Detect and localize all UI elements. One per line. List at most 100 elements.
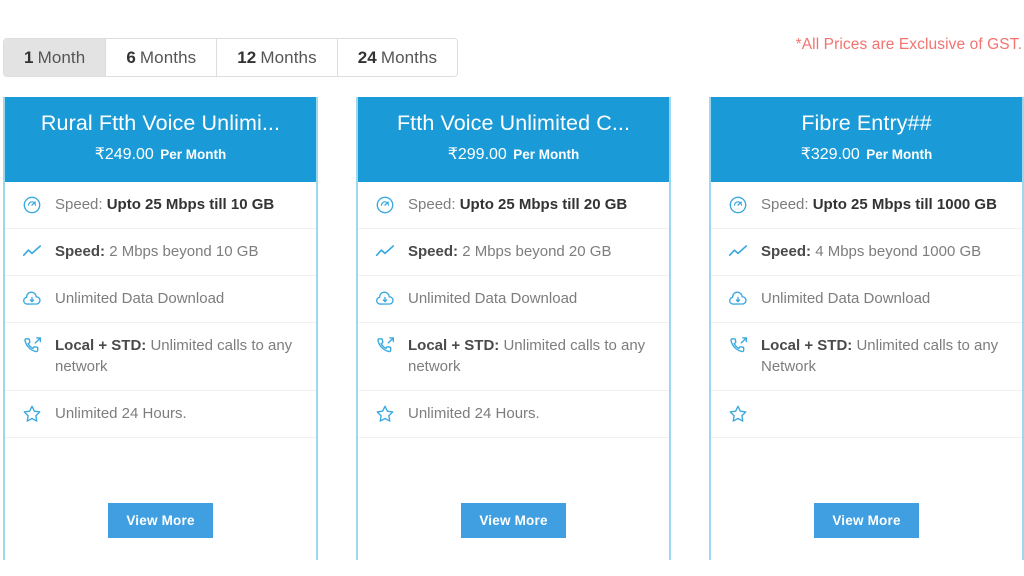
feature-text: Unlimited Data Download [55, 288, 302, 310]
plan-price-period: Per Month [866, 146, 933, 162]
plan-name: Rural Ftth Voice Unlimi... [40, 111, 281, 135]
plan-name: Ftth Voice Unlimited C... [396, 111, 631, 135]
plan-price-amount: ₹299.00 [447, 145, 507, 163]
view-more-button[interactable]: View More [461, 503, 566, 538]
feature-text: Unlimited Data Download [761, 288, 1008, 310]
feature-text: Unlimited 24 Hours. [408, 403, 655, 425]
feature-row: Local + STD: Unlimited calls to any netw… [5, 323, 316, 391]
tab-number: 6 [126, 47, 136, 67]
feature-text: Unlimited Data Download [408, 288, 655, 310]
trend-line-icon [374, 241, 396, 263]
plan-card-header: Fibre Entry## ₹329.00 Per Month [711, 97, 1022, 182]
plan-card-header: Rural Ftth Voice Unlimi... ₹249.00 Per Mo… [5, 97, 316, 182]
feature-label: Local + STD: [408, 336, 500, 354]
toolbar: 1 Month 6 Months 12 Months 24 Months *All Price… [0, 0, 1024, 92]
gst-note: *All Prices are Exclusive of GST. [795, 36, 1022, 53]
feature-value: Upto 25 Mbps till 1000 GB [812, 195, 997, 213]
feature-value: 2 Mbps beyond 20 GB [462, 242, 612, 260]
tab-12-months[interactable]: 12 Months [217, 39, 338, 76]
plan-price-period: Per Month [513, 146, 580, 162]
feature-list: Speed: Upto 25 Mbps till 1000 GB Speed: 4… [711, 182, 1022, 438]
star-icon [21, 403, 43, 425]
plan-card-footer: View More [358, 438, 669, 560]
feature-text: Speed: Upto 25 Mbps till 10 GB [55, 194, 302, 216]
feature-row: Local + STD: Unlimited calls to any netw… [358, 323, 669, 391]
plan-card-header: Ftth Voice Unlimited C... ₹299.00 Per Mon… [358, 97, 669, 182]
feature-row: Speed: 4 Mbps beyond 1000 GB [711, 229, 1022, 276]
feature-value: 2 Mbps beyond 10 GB [109, 242, 259, 260]
feature-value: Unlimited Data Download [408, 289, 578, 307]
plan-card-list: Rural Ftth Voice Unlimi... ₹249.00 Per Mo… [0, 97, 1024, 560]
phone-outgoing-icon [727, 335, 749, 357]
feature-value: Upto 25 Mbps till 20 GB [459, 195, 628, 213]
feature-row: Speed: Upto 25 Mbps till 1000 GB [711, 182, 1022, 229]
feature-label: Speed: [408, 242, 459, 260]
tab-24-months[interactable]: 24 Months [337, 39, 458, 76]
tab-1-month[interactable]: 1 Month [4, 39, 107, 76]
speedometer-icon [374, 194, 396, 216]
tab-6-months[interactable]: 6 Months [106, 39, 218, 76]
feature-label: Speed: [761, 195, 809, 213]
tab-unit: Month [37, 47, 86, 67]
duration-tabs[interactable]: 1 Month 6 Months 12 Months 24 Months [3, 38, 459, 77]
plan-card: Rural Ftth Voice Unlimi... ₹249.00 Per Mo… [3, 97, 318, 560]
tab-unit: Months [139, 47, 197, 67]
plan-card-footer: View More [711, 438, 1022, 560]
cloud-download-icon [727, 288, 749, 310]
plan-price-period: Per Month [160, 146, 227, 162]
star-icon [727, 403, 749, 425]
trend-line-icon [21, 241, 43, 263]
feature-label: Speed: [55, 242, 106, 260]
star-icon [374, 403, 396, 425]
feature-value: Unlimited 24 Hours. [408, 405, 540, 422]
phone-outgoing-icon [21, 335, 43, 357]
feature-label: Speed: [408, 195, 456, 213]
trend-line-icon [727, 241, 749, 263]
feature-value: Unlimited 24 Hours. [55, 405, 187, 422]
feature-row: Local + STD: Unlimited calls to any Netw… [711, 323, 1022, 391]
feature-value: 4 Mbps beyond 1000 GB [815, 242, 982, 260]
feature-label: Speed: [761, 242, 812, 260]
feature-row: Unlimited 24 Hours. [358, 391, 669, 438]
plan-card: Fibre Entry## ₹329.00 Per Month Speed: Upt… [709, 97, 1024, 560]
feature-row: Unlimited Data Download [5, 276, 316, 323]
feature-row [711, 391, 1022, 438]
feature-value: Upto 25 Mbps till 10 GB [106, 195, 275, 213]
speedometer-icon [727, 194, 749, 216]
view-more-button[interactable]: View More [108, 503, 213, 538]
feature-row: Unlimited Data Download [711, 276, 1022, 323]
feature-label: Local + STD: [55, 336, 147, 354]
plan-price-amount: ₹249.00 [94, 145, 154, 163]
feature-row: Speed: 2 Mbps beyond 20 GB [358, 229, 669, 276]
feature-label: Local + STD: [761, 336, 853, 354]
speedometer-icon [21, 194, 43, 216]
feature-text: Local + STD: Unlimited calls to any Netw… [761, 335, 1008, 379]
tab-number: 12 [237, 47, 257, 67]
tab-unit: Months [260, 47, 317, 67]
feature-row: Unlimited 24 Hours. [5, 391, 316, 438]
feature-text: Unlimited 24 Hours. [55, 403, 302, 425]
cloud-download-icon [374, 288, 396, 310]
tab-number: 1 [24, 47, 34, 67]
feature-list: Speed: Upto 25 Mbps till 10 GB Speed: 2 M… [5, 182, 316, 438]
feature-row: Unlimited Data Download [358, 276, 669, 323]
feature-text: Speed: 2 Mbps beyond 10 GB [55, 241, 302, 263]
feature-text: Speed: Upto 25 Mbps till 1000 GB [761, 194, 1008, 216]
plan-price: ₹329.00 Per Month [721, 144, 1012, 164]
feature-row: Speed: Upto 25 Mbps till 10 GB [5, 182, 316, 229]
plan-price: ₹299.00 Per Month [368, 144, 659, 164]
feature-text: Speed: 2 Mbps beyond 20 GB [408, 241, 655, 263]
feature-text: Local + STD: Unlimited calls to any netw… [408, 335, 655, 379]
plan-card: Ftth Voice Unlimited C... ₹299.00 Per Mon… [356, 97, 671, 560]
view-more-button[interactable]: View More [814, 503, 919, 538]
feature-row: Speed: Upto 25 Mbps till 20 GB [358, 182, 669, 229]
feature-text: Speed: Upto 25 Mbps till 20 GB [408, 194, 655, 216]
plan-price-amount: ₹329.00 [800, 145, 860, 163]
plan-price: ₹249.00 Per Month [15, 144, 306, 164]
tab-number: 24 [357, 47, 377, 67]
feature-label: Speed: [55, 195, 103, 213]
tab-unit: Months [380, 47, 438, 67]
phone-outgoing-icon [374, 335, 396, 357]
feature-value: Unlimited Data Download [55, 289, 225, 307]
plan-name: Fibre Entry## [801, 111, 932, 135]
